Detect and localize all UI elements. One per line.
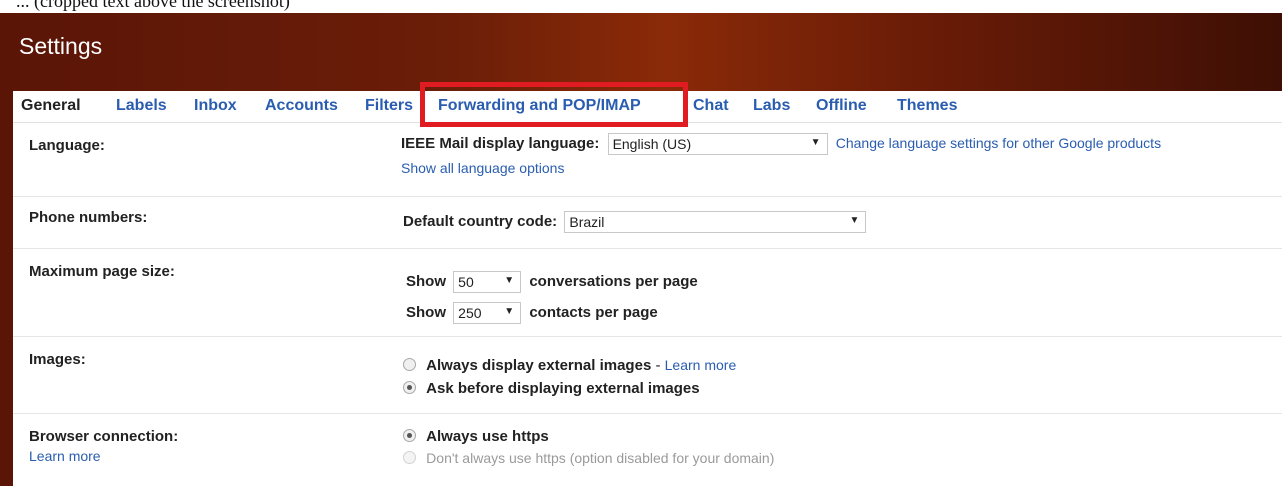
- tab-general[interactable]: General: [21, 97, 81, 115]
- country-code-select[interactable]: Brazil ▼: [564, 211, 867, 233]
- country-code-label: Default country code:: [403, 212, 558, 230]
- https-option: Always use https: [403, 428, 549, 445]
- images-label: Images:: [29, 351, 86, 368]
- phone-label: Phone numbers:: [29, 209, 148, 226]
- browser-learn-more-link[interactable]: Learn more: [29, 448, 101, 464]
- ask-before-label: Ask before displaying external images: [426, 380, 700, 397]
- always-https-radio[interactable]: [403, 429, 416, 442]
- dash-separator: -: [655, 357, 665, 374]
- no-https-option: Don't always use https (option disabled …: [403, 450, 774, 467]
- show-label: Show: [406, 303, 446, 321]
- dropdown-arrow-icon: ▼: [810, 137, 821, 148]
- page-size-label: Maximum page size:: [29, 263, 175, 280]
- language-select-value: English (US): [612, 136, 692, 152]
- highlight-box: [420, 82, 688, 127]
- always-https-label: Always use https: [426, 428, 549, 445]
- images-option-always: Always display external images - Learn m…: [403, 357, 736, 374]
- images-learn-more-link[interactable]: Learn more: [665, 357, 737, 373]
- conversations-suffix: conversations per page: [529, 272, 698, 290]
- always-display-label: Always display external images: [426, 357, 652, 374]
- dropdown-arrow-icon: ▼: [504, 275, 515, 286]
- language-label: Language:: [29, 137, 105, 154]
- settings-tabs: General Labels Inbox Accounts Filters Fo…: [13, 82, 1282, 127]
- language-row: Language: IEEE Mail display language: En…: [13, 123, 1282, 197]
- no-https-label: Don't always use https (option disabled …: [426, 450, 775, 466]
- ask-before-radio[interactable]: [403, 381, 416, 394]
- settings-panel: General Labels Inbox Accounts Filters Fo…: [13, 82, 1282, 486]
- tab-inbox[interactable]: Inbox: [194, 97, 237, 115]
- images-option-ask: Ask before displaying external images: [403, 380, 700, 397]
- browser-label: Browser connection:: [29, 428, 179, 445]
- browser-row: Browser connection: Learn more Always us…: [13, 414, 1282, 486]
- tab-filters[interactable]: Filters: [365, 97, 413, 115]
- language-control: IEEE Mail display language: English (US)…: [401, 133, 1161, 155]
- always-display-radio[interactable]: [403, 358, 416, 371]
- conversations-value: 50: [458, 274, 474, 290]
- phone-row: Phone numbers: Default country code: Bra…: [13, 197, 1282, 249]
- tab-labs[interactable]: Labs: [753, 97, 790, 115]
- images-row: Images: Always display external images -…: [13, 337, 1282, 414]
- change-language-link[interactable]: Change language settings for other Googl…: [836, 135, 1161, 151]
- country-code-value: Brazil: [569, 214, 605, 230]
- caption-strip: ... (cropped text above the screenshot): [0, 0, 1282, 13]
- tab-labels[interactable]: Labels: [116, 97, 167, 115]
- no-https-radio: [403, 451, 416, 464]
- conversations-per-page-select[interactable]: 50 ▼: [453, 271, 522, 293]
- contacts-value: 250: [458, 305, 482, 321]
- phone-control: Default country code: Brazil ▼: [403, 211, 867, 233]
- settings-window: Settings General Labels Inbox Accounts F…: [0, 13, 1282, 486]
- page-size-row: Maximum page size: Show 50 ▼ conversatio…: [13, 249, 1282, 337]
- language-select[interactable]: English (US) ▼: [607, 133, 828, 155]
- dropdown-arrow-icon: ▼: [849, 215, 860, 226]
- tab-chat[interactable]: Chat: [693, 97, 729, 115]
- conversations-control: Show 50 ▼ conversations per page: [406, 271, 698, 293]
- show-all-languages-link[interactable]: Show all language options: [401, 160, 564, 176]
- contacts-control: Show 250 ▼ contacts per page: [406, 302, 658, 324]
- show-label: Show: [406, 272, 446, 290]
- page-title: Settings: [19, 33, 103, 59]
- display-language-label: IEEE Mail display language:: [401, 134, 600, 152]
- contacts-per-page-select[interactable]: 250 ▼: [453, 302, 522, 324]
- tab-offline[interactable]: Offline: [816, 97, 867, 115]
- tab-themes[interactable]: Themes: [897, 97, 957, 115]
- contacts-suffix: contacts per page: [529, 303, 658, 321]
- dropdown-arrow-icon: ▼: [504, 306, 515, 317]
- caption-text: ... (cropped text above the screenshot): [16, 0, 290, 11]
- tab-accounts[interactable]: Accounts: [265, 97, 338, 115]
